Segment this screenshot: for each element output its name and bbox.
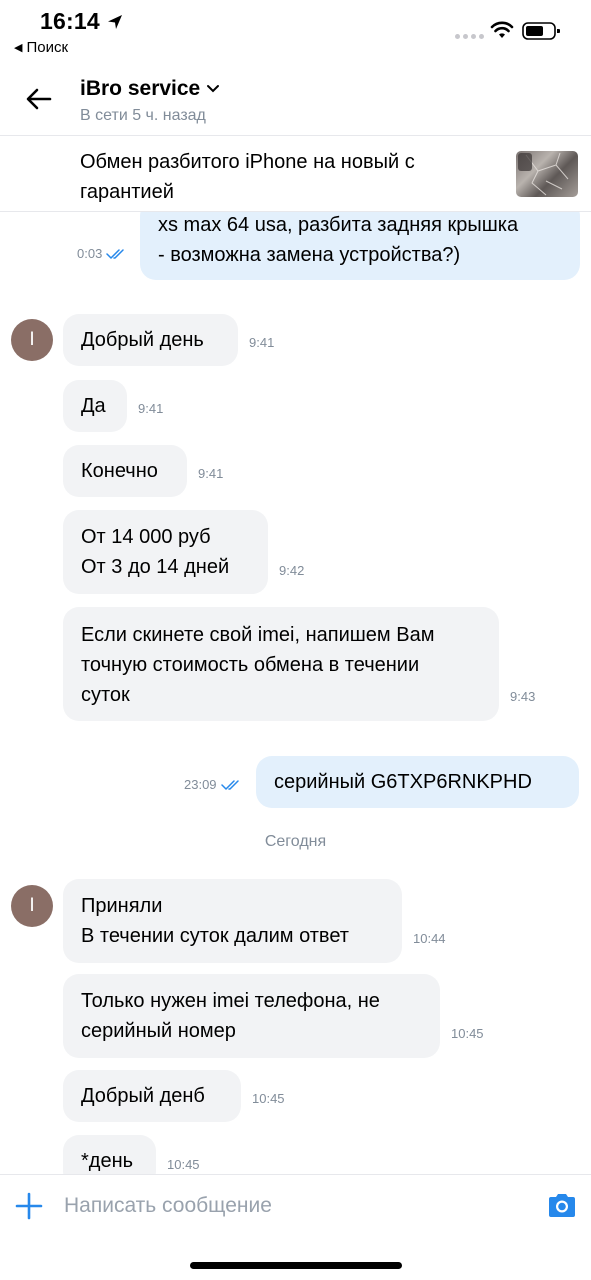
- message-time: 10:45: [252, 1091, 285, 1106]
- avatar-initial: I: [29, 329, 35, 350]
- status-bar: 16:14 ◀ Поиск: [0, 0, 591, 62]
- location-arrow-icon: [108, 15, 122, 29]
- avatar-initial: I: [29, 895, 35, 916]
- message-text: От 14 000 руб От 3 до 14 дней: [81, 526, 230, 578]
- message-text: *день: [81, 1150, 134, 1172]
- message-text: Добрый день: [81, 329, 204, 351]
- product-title: Обмен разбитого iPhone на новый с гарант…: [80, 151, 415, 203]
- message-bubble-incoming[interactable]: Если скинете свой imei, напишем Вам точн…: [63, 607, 499, 721]
- message-input[interactable]: [64, 1189, 524, 1223]
- message-time: 23:09: [184, 777, 243, 792]
- message-text: Приняли В течении суток далим ответ: [81, 895, 349, 947]
- read-checks-icon: [220, 779, 239, 790]
- message-time: 9:43: [510, 689, 536, 704]
- product-bar[interactable]: Обмен разбитого iPhone на новый с гарант…: [0, 136, 591, 212]
- message-bubble-incoming[interactable]: Добрый денб: [63, 1070, 241, 1122]
- chat-header: iBro service В сети 5 ч. назад: [0, 62, 591, 136]
- chat-title-text: iBro service: [80, 77, 201, 100]
- chevron-down-icon: [207, 85, 220, 93]
- message-time: 0:03: [77, 246, 128, 261]
- signal-icon: [455, 34, 484, 39]
- message-text: xs max 64 usa, разбита задняя крышка - в…: [158, 214, 519, 266]
- home-indicator: [190, 1262, 402, 1269]
- message-text: серийный G6TXP6RNKPHD: [274, 771, 532, 793]
- message-text: Только нужен imei телефона, не серийный …: [81, 990, 380, 1042]
- back-arrow-icon[interactable]: [22, 82, 56, 116]
- message-bubble-outgoing[interactable]: серийный G6TXP6RNKPHD: [256, 756, 579, 808]
- message-text: Добрый денб: [81, 1085, 205, 1107]
- date-separator: Сегодня: [264, 833, 327, 850]
- message-bubble-incoming[interactable]: Только нужен imei телефона, не серийный …: [63, 974, 440, 1058]
- message-time-text: 0:03: [77, 246, 103, 261]
- message-time: 10:44: [413, 931, 446, 946]
- camera-icon[interactable]: [546, 1191, 578, 1219]
- message-time-text: 23:09: [184, 777, 217, 792]
- message-bubble-incoming[interactable]: Добрый день: [63, 314, 238, 366]
- message-text: Да: [81, 395, 106, 417]
- message-text: Если скинете свой imei, напишем Вам точн…: [81, 624, 435, 706]
- message-time: 9:41: [249, 335, 275, 350]
- product-thumbnail: [516, 151, 578, 197]
- back-triangle-icon: ◀: [14, 42, 23, 54]
- message-time: 9:42: [279, 563, 305, 578]
- message-list[interactable]: xs max 64 usa, разбита задняя крышка - в…: [0, 212, 591, 1174]
- message-bubble-incoming[interactable]: Конечно: [63, 445, 187, 497]
- message-time: 9:41: [198, 466, 224, 481]
- back-to-app-link[interactable]: ◀ Поиск: [14, 39, 68, 56]
- message-bubble-incoming[interactable]: Приняли В течении суток далим ответ: [63, 879, 402, 963]
- read-checks-icon: [106, 248, 125, 259]
- status-time: 16:14: [40, 8, 100, 34]
- message-text: Конечно: [81, 460, 158, 482]
- avatar[interactable]: I: [11, 319, 53, 361]
- message-time: 9:41: [138, 401, 164, 416]
- chat-title[interactable]: iBro service: [80, 77, 220, 101]
- online-status: В сети 5 ч. назад: [80, 107, 206, 124]
- message-bubble-incoming[interactable]: *день: [63, 1135, 156, 1174]
- wifi-icon: [490, 21, 514, 38]
- message-bubble-incoming[interactable]: Да: [63, 380, 127, 432]
- message-time: 10:45: [167, 1157, 200, 1172]
- back-app-label: Поиск: [26, 39, 69, 56]
- message-time: 10:45: [451, 1026, 484, 1041]
- battery-icon: [522, 22, 560, 40]
- avatar[interactable]: I: [11, 885, 53, 927]
- plus-icon[interactable]: [14, 1191, 44, 1221]
- message-bubble-incoming[interactable]: От 14 000 руб От 3 до 14 дней: [63, 510, 268, 594]
- message-bubble-outgoing[interactable]: xs max 64 usa, разбита задняя крышка - в…: [140, 212, 580, 280]
